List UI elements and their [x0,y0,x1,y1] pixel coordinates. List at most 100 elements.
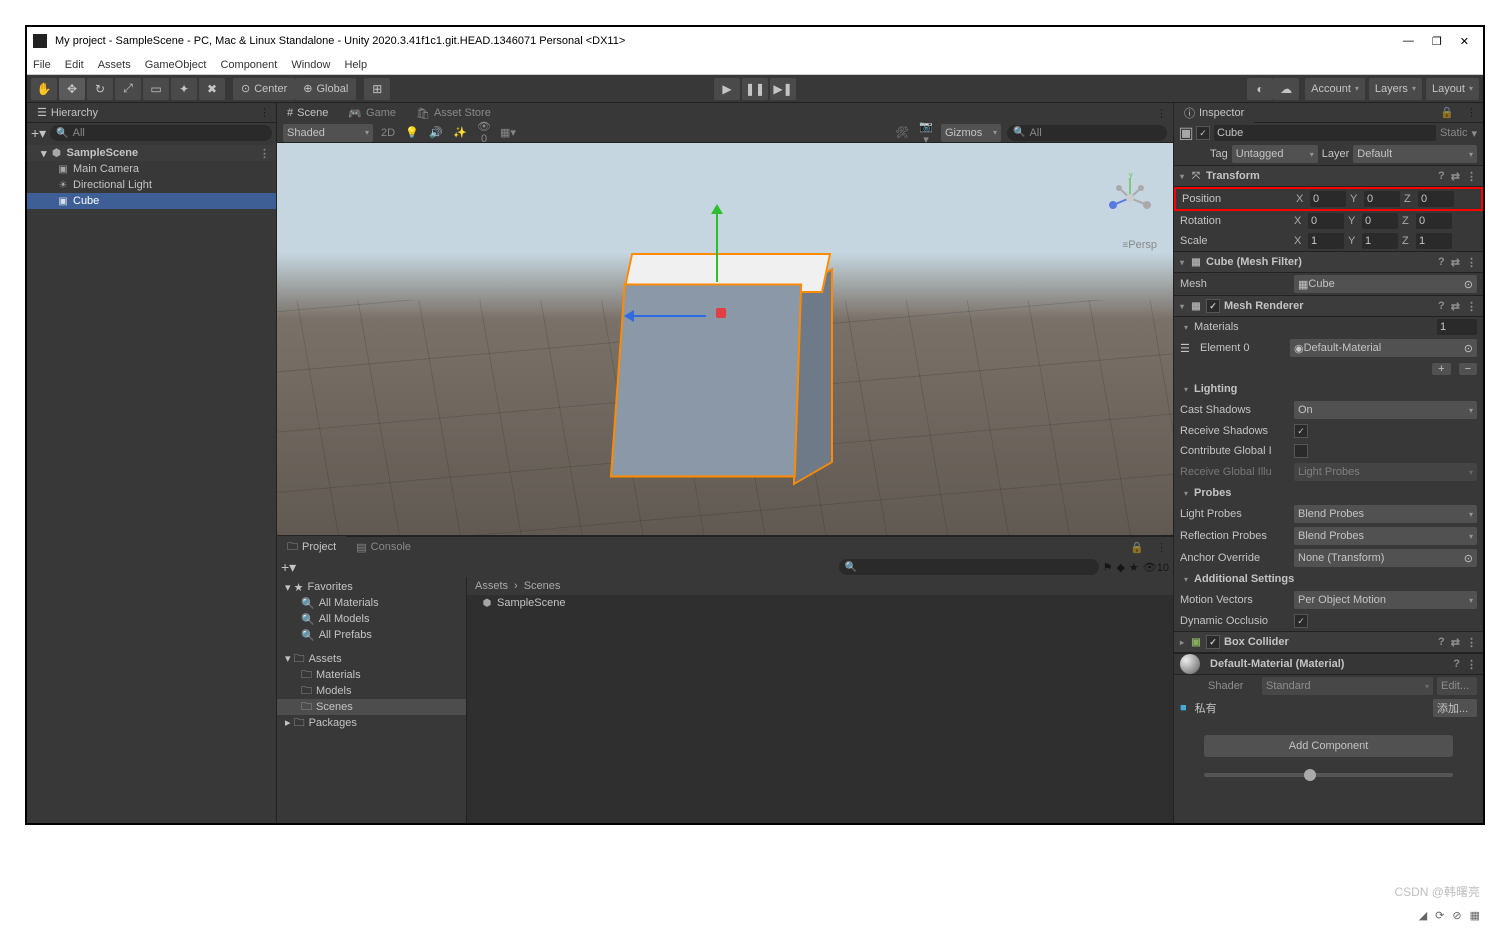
pos-z[interactable] [1418,191,1454,207]
motion-vectors[interactable]: Per Object Motion [1294,591,1477,609]
project-create-button[interactable]: +▾ [281,559,296,576]
audio-toggle[interactable]: 🔊 [427,126,445,139]
status-icon[interactable]: ◢ [1419,909,1427,922]
grid-toggle[interactable]: ▦▾ [499,126,517,139]
rot-x[interactable] [1308,213,1344,229]
pause-button[interactable]: ❚❚ [742,78,768,100]
menu-component[interactable]: Component [220,59,277,71]
minimize-button[interactable]: — [1403,35,1414,48]
step-button[interactable]: ▶❚ [770,78,796,100]
pos-y[interactable] [1364,191,1400,207]
game-tab[interactable]: 🎮 Game [338,105,406,122]
reflection-probes[interactable]: Blend Probes [1294,527,1477,545]
2d-toggle[interactable]: 2D [379,127,397,139]
hierarchy-tab[interactable]: ☰ Hierarchy [27,104,108,121]
packages-folder[interactable]: ▸ 🗀 Packages [277,715,466,731]
element0-field[interactable]: ◉ Default-Material⊙ [1290,339,1477,357]
add-button[interactable]: 添加... [1433,699,1477,717]
panel-menu-icon[interactable]: ⋮ [253,106,276,119]
light-probes[interactable]: Blend Probes [1294,505,1477,523]
collab-button[interactable]: ◐ [1247,78,1273,100]
panel-lock-icon[interactable]: 🔒 [1434,106,1460,119]
help-icon[interactable]: ? [1438,170,1445,183]
panel-menu-icon[interactable]: ⋮ [1150,541,1173,554]
transform-header[interactable]: ⤧ Transform ?⇄⋮ [1174,165,1483,187]
menu-help[interactable]: Help [344,59,367,71]
scene-view[interactable]: y ≡Persp [277,143,1173,535]
active-checkbox[interactable]: ✓ [1196,126,1210,140]
edit-shader-button[interactable]: Edit... [1437,677,1477,695]
hidden-count[interactable]: 👁10 [1143,561,1169,574]
tools-icon[interactable]: 🛠 [893,126,911,139]
pos-x[interactable] [1310,191,1346,207]
filter-by-label-icon[interactable]: ◆ [1116,561,1124,574]
meshfilter-header[interactable]: ▦ Cube (Mesh Filter) ?⇄⋮ [1174,251,1483,273]
asset-store-tab[interactable]: 🛍 Asset Store [406,105,501,122]
perspective-label[interactable]: ≡Persp [1122,239,1157,251]
hidden-toggle[interactable]: 👁0 [475,120,493,145]
panel-menu-icon[interactable]: ⋮ [1150,107,1173,120]
scl-z[interactable] [1416,233,1452,249]
gizmo-y-axis[interactable] [716,206,718,282]
custom-tool-button[interactable]: ✖ [199,78,225,100]
hierarchy-search[interactable]: 🔍 All [50,125,272,141]
menu-file[interactable]: File [33,59,51,71]
menu-icon[interactable]: ⋮ [1466,170,1477,183]
status-icon[interactable]: ▦ [1470,909,1480,922]
favorites-folder[interactable]: ▾ ★ Favorites [277,579,466,595]
preset-icon[interactable]: ⇄ [1451,170,1460,183]
static-dropdown[interactable]: ▾ [1471,127,1477,140]
cast-shadows[interactable]: On [1294,401,1477,419]
list-remove-button[interactable]: − [1459,363,1477,375]
status-icon[interactable]: ⟳ [1435,909,1444,922]
anchor-override[interactable]: None (Transform)⊙ [1294,549,1477,567]
hierarchy-item-camera[interactable]: ▣Main Camera [27,161,276,177]
fav-item[interactable]: 🔍 All Prefabs [277,627,466,643]
menu-gameobject[interactable]: GameObject [145,59,207,71]
cloud-button[interactable]: ☁ [1273,78,1299,100]
collider-enabled[interactable]: ✓ [1206,635,1220,649]
rot-y[interactable] [1362,213,1398,229]
scene-tab[interactable]: # Scene [277,105,338,121]
scale-tool-button[interactable]: ⤢ [115,78,141,100]
boxcollider-header[interactable]: ▣ ✓ Box Collider ?⇄⋮ [1174,631,1483,653]
close-button[interactable]: ✕ [1460,35,1469,48]
move-tool-button[interactable]: ✥ [59,78,85,100]
preview-slider[interactable] [1204,773,1453,777]
hierarchy-item-light[interactable]: ☀Directional Light [27,177,276,193]
materials-size[interactable] [1437,319,1477,335]
inspector-tab[interactable]: ⓘ Inspector [1174,103,1254,123]
asset-folder-scenes[interactable]: 🗀 Scenes [277,699,466,715]
gizmo-z-axis[interactable] [716,308,726,318]
panel-lock-icon[interactable]: 🔒 [1124,541,1150,554]
list-add-button[interactable]: + [1432,363,1450,375]
object-name-field[interactable] [1214,125,1436,141]
hand-tool-button[interactable]: ✋ [31,78,57,100]
meshrenderer-header[interactable]: ▦ ✓ Mesh Renderer ?⇄⋮ [1174,295,1483,317]
maximize-button[interactable]: ❐ [1432,35,1442,48]
scene-row[interactable]: ▾ ⬢SampleScene⋮ [27,145,276,161]
status-icon[interactable]: ⊘ [1452,909,1461,922]
menu-edit[interactable]: Edit [65,59,84,71]
console-tab[interactable]: ▤ Console [346,539,421,556]
tag-dropdown[interactable]: Untagged [1232,145,1318,163]
axis-gizmo[interactable]: y [1105,173,1155,233]
snap-button[interactable]: ⊞ [364,78,390,100]
layout-dropdown[interactable]: Layout [1426,78,1479,100]
receive-shadows-checkbox[interactable]: ✓ [1294,424,1308,438]
panel-menu-icon[interactable]: ⋮ [1460,106,1483,119]
play-button[interactable]: ▶ [714,78,740,100]
fav-item[interactable]: 🔍 All Materials [277,595,466,611]
filter-by-type-icon[interactable]: ⚑ [1103,561,1113,574]
gizmos-dropdown[interactable]: Gizmos [941,124,1001,142]
fav-item[interactable]: 🔍 All Models [277,611,466,627]
pivot-mode-button[interactable]: ⊙Center [233,78,295,100]
pivot-rotation-button[interactable]: ⊕Global [295,78,356,100]
project-tab[interactable]: 🗀 Project [277,536,346,559]
scl-y[interactable] [1362,233,1398,249]
layers-dropdown[interactable]: Layers [1369,78,1422,100]
contribute-gi-checkbox[interactable] [1294,444,1308,458]
save-search-icon[interactable]: ★ [1129,561,1139,574]
create-button[interactable]: +▾ [31,125,46,142]
layer-dropdown[interactable]: Default [1353,145,1477,163]
